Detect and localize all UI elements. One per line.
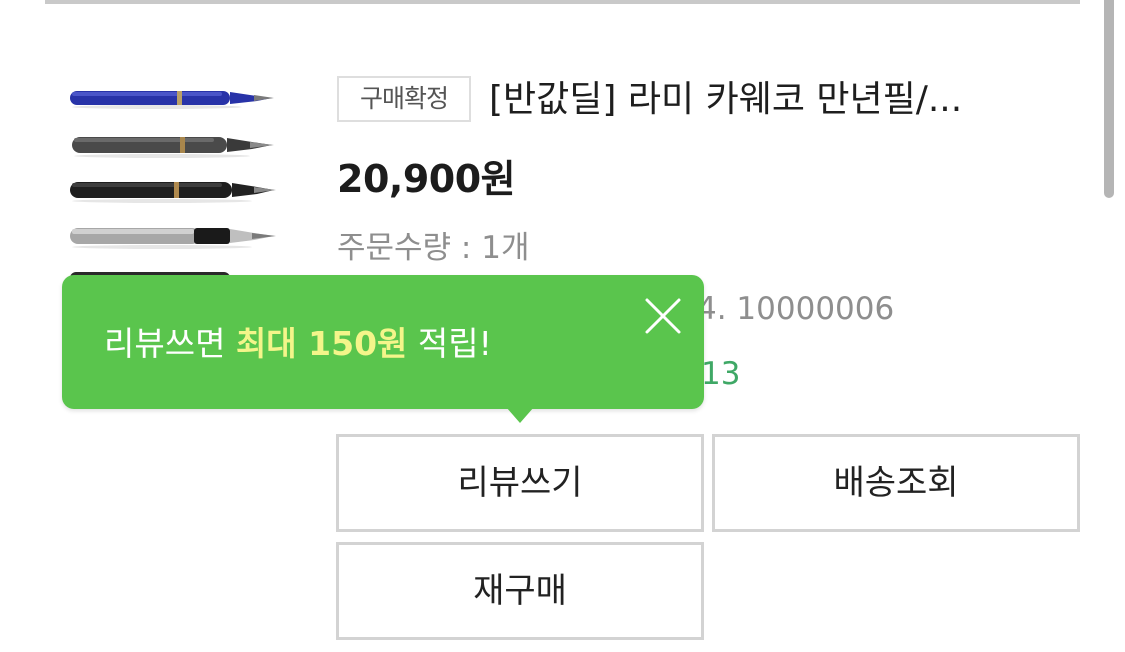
fountain-pens-image[interactable] (62, 82, 282, 282)
tooltip-highlight: 최대 150원 (235, 324, 408, 363)
pen-blue (70, 91, 274, 109)
product-price: 20,900원 (337, 157, 516, 201)
review-reward-tooltip: 리뷰쓰면 최대 150원 적립! (62, 275, 704, 423)
pen-silver (70, 228, 276, 249)
top-divider (45, 0, 1080, 4)
tooltip-text-prefix: 리뷰쓰면 (104, 324, 236, 363)
write-review-button[interactable]: 리뷰쓰기 (336, 434, 704, 532)
scrollbar[interactable] (1104, 0, 1114, 198)
tooltip-pointer (506, 407, 534, 423)
order-item-screen: 구매확정 [반값딜] 라미 카웨코 만년필/... 20,900원 주문수량 :… (0, 0, 1125, 652)
product-title[interactable]: [반값딜] 라미 카웨코 만년필/... (489, 74, 1074, 126)
tooltip-message: 리뷰쓰면 최대 150원 적립! (104, 322, 492, 366)
purchase-confirmed-badge: 구매확정 (337, 76, 471, 122)
order-number-visible: 4. 10000006 (697, 291, 895, 327)
pen-dark-grey (72, 137, 274, 158)
pen-black (70, 182, 276, 203)
delivery-status-visible: 13 (701, 356, 741, 392)
tooltip-text-suffix: 적립! (407, 324, 492, 363)
order-quantity: 주문수량 : 1개 (337, 230, 530, 266)
track-delivery-button[interactable]: 배송조회 (712, 434, 1080, 532)
reorder-button[interactable]: 재구매 (336, 542, 704, 640)
close-icon[interactable] (642, 295, 684, 337)
